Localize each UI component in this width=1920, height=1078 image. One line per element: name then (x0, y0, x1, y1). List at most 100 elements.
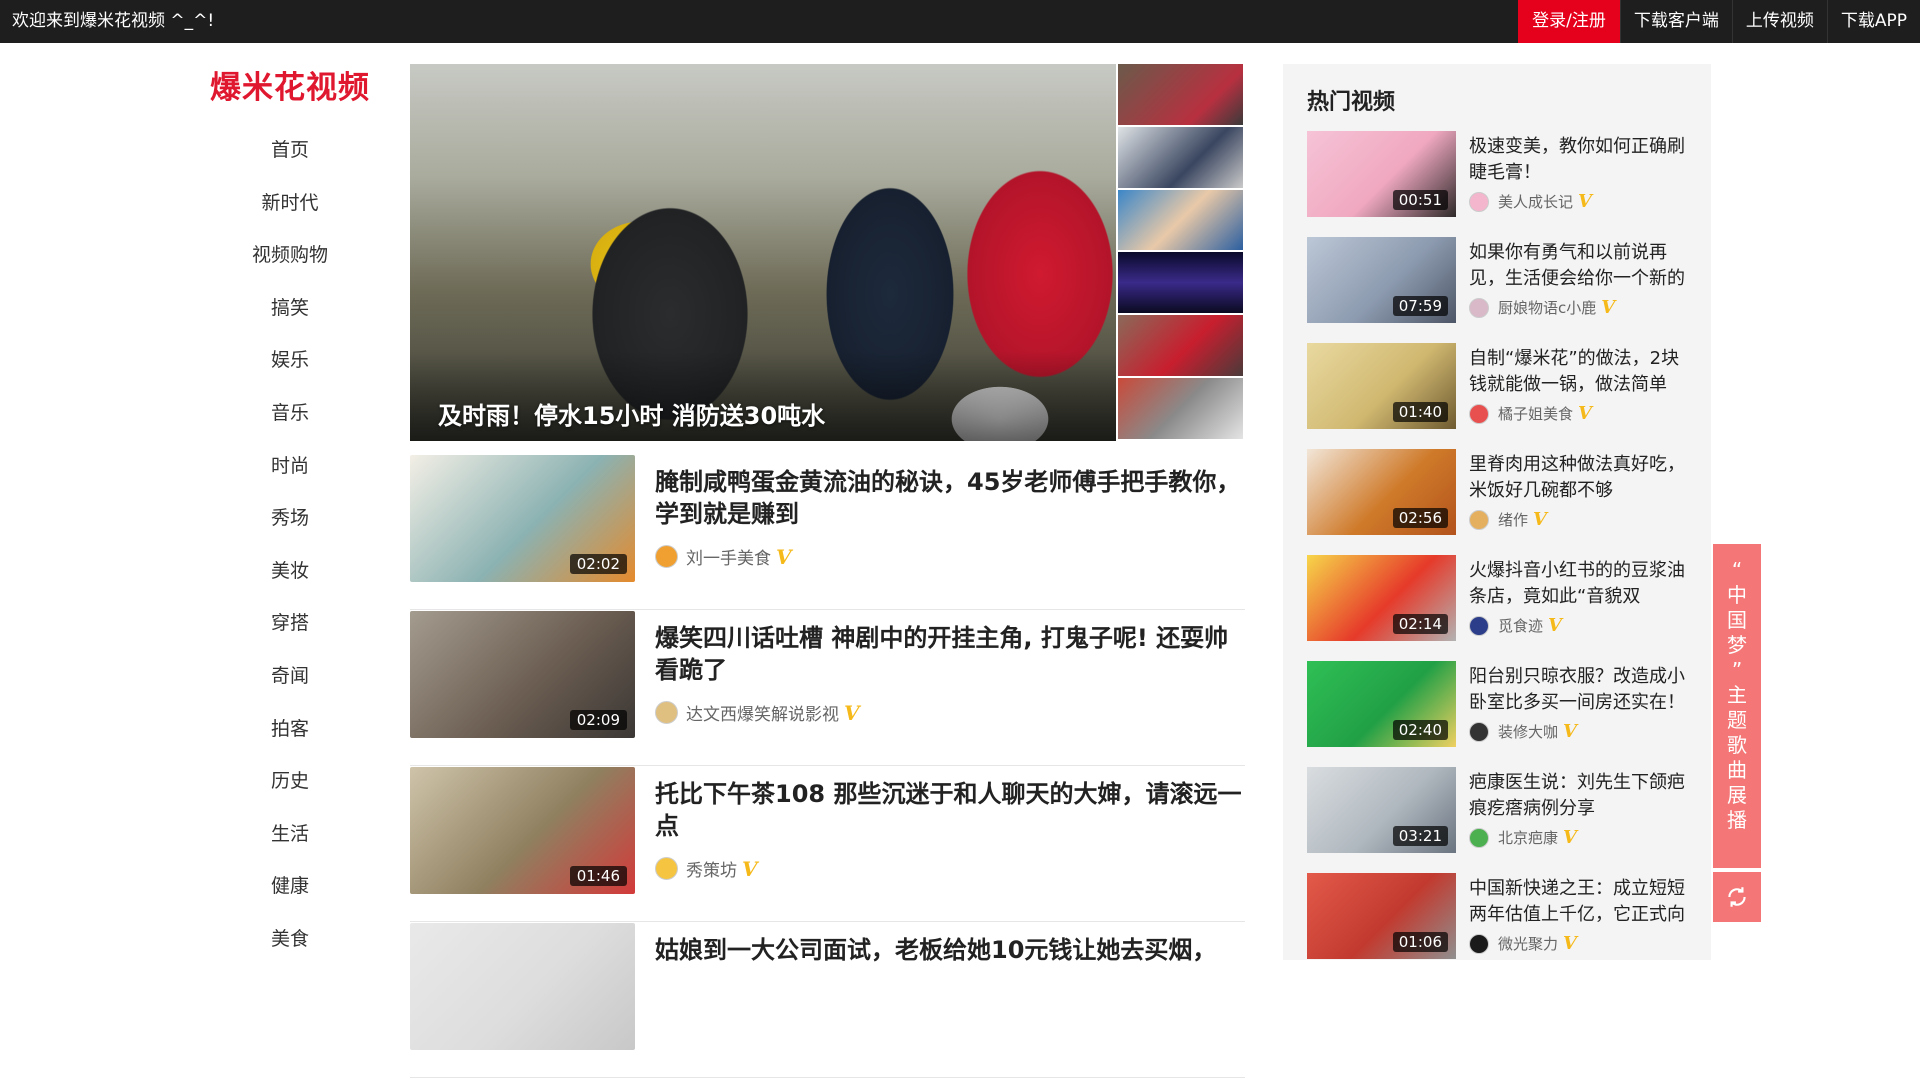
feed-card[interactable]: 02:02 腌制咸鸭蛋金黄流油的秘诀，45岁老师傅手把手教你，学到就是赚到 刘一… (410, 454, 1245, 610)
hero-thumbnail[interactable] (1116, 378, 1243, 441)
nav-item-music[interactable]: 音乐 (205, 395, 375, 448)
avatar[interactable] (1469, 403, 1489, 424)
feed-title[interactable]: 托比下午茶108 那些沉迷于和人聊天的大婶，请滚远一点 (655, 778, 1245, 842)
hot-thumbnail[interactable]: 01:40 (1307, 343, 1456, 429)
feed-title[interactable]: 爆笑四川话吐槽 神剧中的开挂主角, 打鬼子呢! 还耍帅 看跪了 (655, 622, 1245, 686)
nav-item-home[interactable]: 首页 (205, 132, 375, 185)
hot-thumbnail[interactable]: 02:40 (1307, 661, 1456, 747)
avatar[interactable] (1469, 191, 1489, 212)
banner-char: 曲 (1727, 758, 1747, 782)
author-name[interactable]: 美人成长记 (1498, 191, 1573, 212)
nav-item-oddities[interactable]: 奇闻 (205, 658, 375, 711)
nav-item-new-era[interactable]: 新时代 (205, 185, 375, 238)
upload-video-link[interactable]: 上传视频 (1731, 0, 1827, 43)
nav-item-entertainment[interactable]: 娱乐 (205, 342, 375, 395)
hero-thumbnail[interactable] (1116, 64, 1243, 127)
author-name[interactable]: 北京疤康 (1498, 827, 1558, 848)
nav-item-life[interactable]: 生活 (205, 816, 375, 869)
nav-item-funny[interactable]: 搞笑 (205, 290, 375, 343)
avatar[interactable] (1469, 297, 1489, 318)
hot-title[interactable]: 阳台别只晾衣服？改造成小卧室比多买一间房还实在！ (1469, 664, 1687, 716)
hot-thumbnail[interactable]: 07:59 (1307, 237, 1456, 323)
nav-item-food[interactable]: 美食 (205, 921, 375, 974)
author-name[interactable]: 装修大咖 (1498, 721, 1558, 742)
feed-thumbnail[interactable]: 02:09 (410, 611, 635, 738)
china-dream-song-banner[interactable]: “中国梦” 主题歌曲展播 (1713, 544, 1761, 868)
banner-char: 主 (1727, 683, 1747, 707)
feed-thumbnail[interactable]: 02:02 (410, 455, 635, 582)
nav-item-paparazzi[interactable]: 拍客 (205, 711, 375, 764)
feed-card[interactable]: 02:09 爆笑四川话吐槽 神剧中的开挂主角, 打鬼子呢! 还耍帅 看跪了 达文… (410, 610, 1245, 766)
login-register-link[interactable]: 登录/注册 (1518, 0, 1620, 43)
verified-icon: V (1563, 721, 1577, 742)
duration-badge: 01:40 (1392, 402, 1448, 422)
hot-video-item[interactable]: 02:14 火爆抖音小红书的的豆浆油条店，竟如此“音貌双 觅食迹 V (1307, 555, 1687, 661)
hot-video-item[interactable]: 01:06 中国新快递之王：成立短短两年估值上千亿，它正式向 微光聚力 V (1307, 873, 1687, 979)
author-name[interactable]: 刘一手美食 (686, 544, 771, 569)
banner-char: 中 (1727, 583, 1747, 607)
nav-item-shopping[interactable]: 视频购物 (205, 237, 375, 290)
verified-icon: V (1578, 191, 1592, 212)
hot-video-item[interactable]: 03:21 疤康医生说：刘先生下颌疤痕疙瘩病例分享 北京疤康 V (1307, 767, 1687, 873)
download-app-link[interactable]: 下载APP (1826, 0, 1920, 43)
nav-item-history[interactable]: 历史 (205, 763, 375, 816)
hot-video-item[interactable]: 02:56 里脊肉用这种做法真好吃，米饭好几碗都不够 绪作 V (1307, 449, 1687, 555)
author-name[interactable]: 橘子姐美食 (1498, 403, 1573, 424)
hot-video-item[interactable]: 01:40 自制“爆米花”的做法，2块钱就能做一锅，做法简单 橘子姐美食 V (1307, 343, 1687, 449)
avatar[interactable] (1469, 721, 1489, 742)
feed-card[interactable]: 姑娘到一大公司面试，老板给她10元钱让她去买烟， (410, 922, 1245, 1078)
hero-video[interactable]: 及时雨！停水15小时 消防送30吨水 (410, 64, 1116, 441)
avatar[interactable] (1469, 615, 1489, 636)
nav-item-health[interactable]: 健康 (205, 868, 375, 921)
feed-card[interactable]: 01:46 托比下午茶108 那些沉迷于和人聊天的大婶，请滚远一点 秀策坊 V (410, 766, 1245, 922)
hot-thumbnail[interactable]: 02:14 (1307, 555, 1456, 641)
top-links: 登录/注册 下载客户端 上传视频 下载APP (1518, 0, 1920, 43)
hot-title[interactable]: 极速变美，教你如何正确刷睫毛膏！ (1469, 134, 1687, 186)
author-name[interactable]: 绪作 (1498, 509, 1528, 530)
verified-icon: V (1563, 827, 1577, 848)
author-name[interactable]: 达文西爆笑解说影视 (686, 700, 839, 725)
hot-thumbnail[interactable]: 01:06 (1307, 873, 1456, 959)
hero-thumbnail[interactable] (1116, 189, 1243, 253)
nav-item-fashion[interactable]: 时尚 (205, 448, 375, 501)
hot-title[interactable]: 疤康医生说：刘先生下颌疤痕疙瘩病例分享 (1469, 770, 1687, 822)
avatar[interactable] (655, 701, 678, 724)
hot-thumbnail[interactable]: 00:51 (1307, 131, 1456, 217)
download-client-link[interactable]: 下载客户端 (1619, 0, 1732, 43)
author-name[interactable]: 秀策坊 (686, 856, 737, 881)
site-logo[interactable]: 爆米花视频 (205, 62, 375, 106)
nav-item-makeup[interactable]: 美妆 (205, 553, 375, 606)
nav-item-show[interactable]: 秀场 (205, 500, 375, 553)
avatar[interactable] (655, 857, 678, 880)
hot-title[interactable]: 自制“爆米花”的做法，2块钱就能做一锅，做法简单 (1469, 346, 1687, 398)
feed-meta: 达文西爆笑解说影视 V (655, 700, 860, 725)
hot-title[interactable]: 如果你有勇气和以前说再见，生活便会给你一个新的 (1469, 240, 1687, 292)
author-name[interactable]: 觅食迹 (1498, 615, 1543, 636)
hot-thumbnail[interactable]: 02:56 (1307, 449, 1456, 535)
feed-title[interactable]: 腌制咸鸭蛋金黄流油的秘诀，45岁老师傅手把手教你，学到就是赚到 (655, 466, 1245, 530)
hot-thumbnail[interactable]: 03:21 (1307, 767, 1456, 853)
hot-title[interactable]: 火爆抖音小红书的的豆浆油条店，竟如此“音貌双 (1469, 558, 1687, 610)
hot-title[interactable]: 中国新快递之王：成立短短两年估值上千亿，它正式向 (1469, 876, 1687, 928)
feed-title[interactable]: 姑娘到一大公司面试，老板给她10元钱让她去买烟， (655, 934, 1245, 966)
avatar[interactable] (1469, 509, 1489, 530)
author-name[interactable]: 微光聚力 (1498, 933, 1558, 954)
feed-thumbnail[interactable]: 01:46 (410, 767, 635, 894)
refresh-button[interactable] (1713, 872, 1761, 922)
hot-title[interactable]: 里脊肉用这种做法真好吃，米饭好几碗都不够 (1469, 452, 1687, 504)
duration-badge: 02:02 (569, 554, 627, 574)
feed-thumbnail[interactable] (410, 923, 635, 1050)
hero-thumbnail[interactable] (1116, 252, 1243, 316)
hot-video-item[interactable]: 02:40 阳台别只晾衣服？改造成小卧室比多买一间房还实在！ 装修大咖 V (1307, 661, 1687, 767)
hot-video-item[interactable]: 00:51 极速变美，教你如何正确刷睫毛膏！ 美人成长记 V (1307, 131, 1687, 237)
avatar[interactable] (1469, 827, 1489, 848)
duration-badge: 02:09 (569, 710, 627, 730)
avatar[interactable] (1469, 933, 1489, 954)
hot-video-item[interactable]: 07:59 如果你有勇气和以前说再见，生活便会给你一个新的 厨娘物语c小鹿 V (1307, 237, 1687, 343)
avatar[interactable] (655, 545, 678, 568)
nav-item-outfit[interactable]: 穿搭 (205, 605, 375, 658)
hero-thumbnail[interactable] (1116, 126, 1243, 190)
hero-thumbnail[interactable] (1116, 315, 1243, 379)
author-name[interactable]: 厨娘物语c小鹿 (1498, 297, 1596, 318)
banner-char: 国 (1727, 608, 1747, 632)
